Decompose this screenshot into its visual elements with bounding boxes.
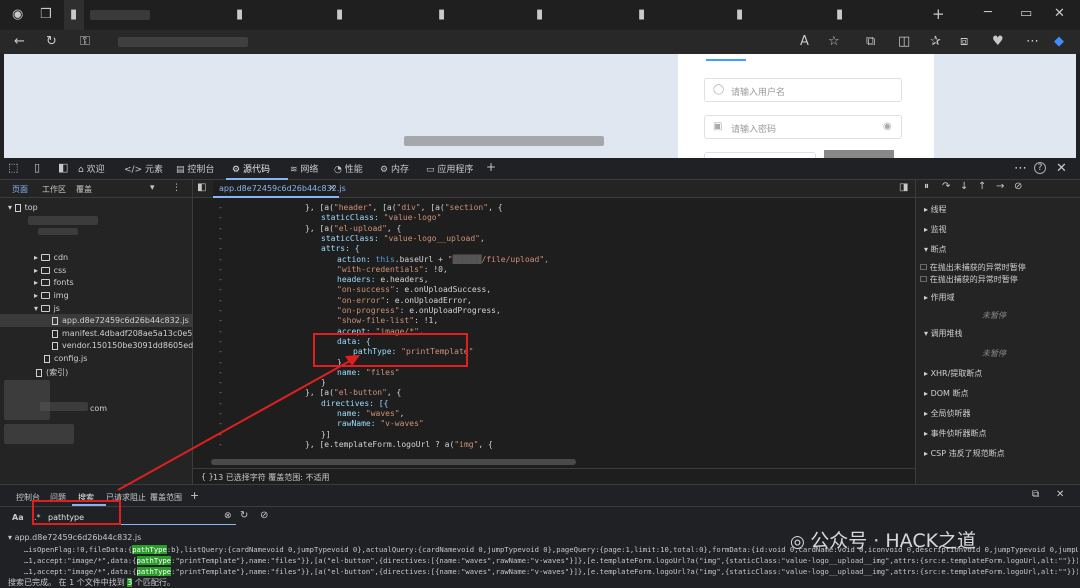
annotation-arrow <box>117 355 360 491</box>
